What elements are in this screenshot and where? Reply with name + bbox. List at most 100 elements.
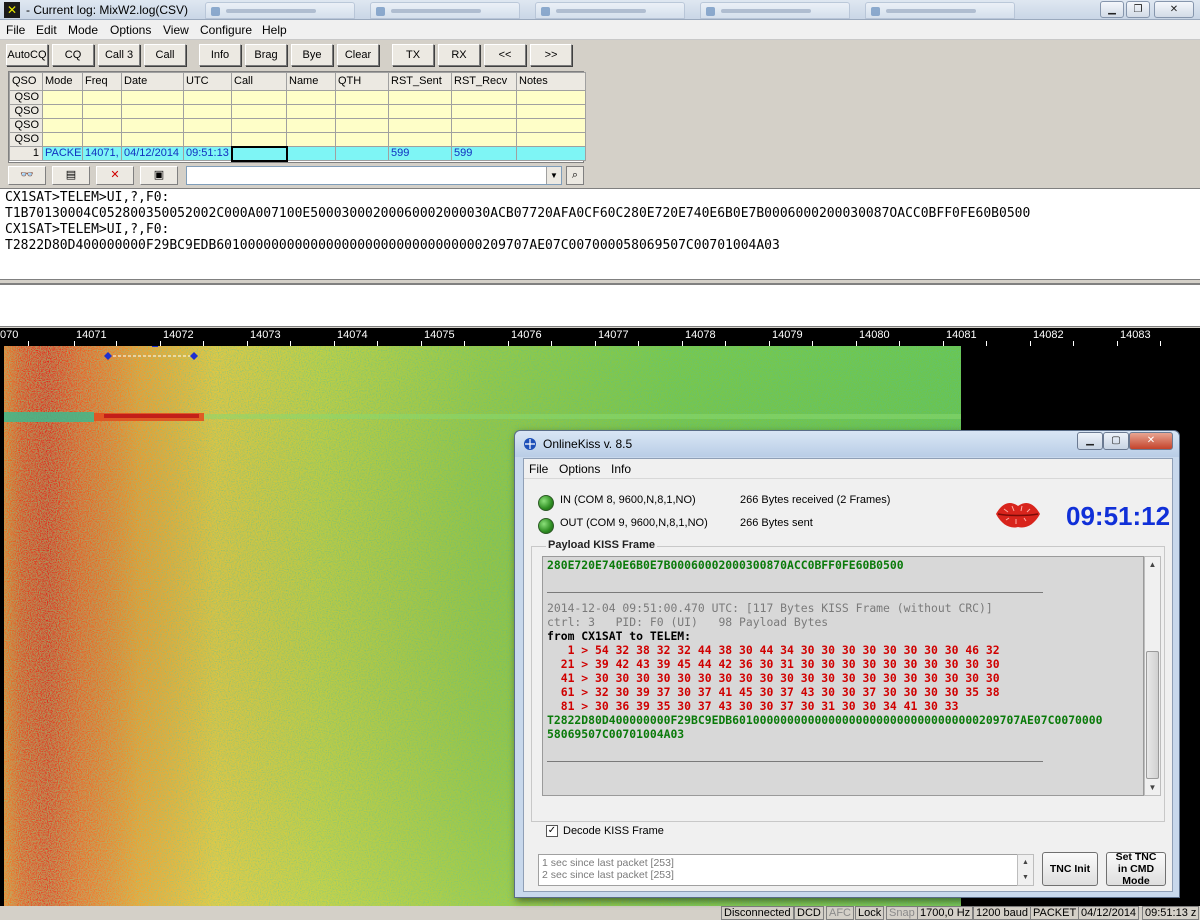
- chevron-down-icon[interactable]: ▼: [546, 167, 561, 184]
- decode-kiss-checkbox[interactable]: ✓: [546, 825, 558, 837]
- menu-info[interactable]: Info: [611, 462, 631, 476]
- col-header-rst-recv[interactable]: RST_Recv: [451, 72, 517, 91]
- cq-button[interactable]: CQ: [52, 44, 94, 66]
- brag-button[interactable]: Brag: [245, 44, 287, 66]
- dcd-indicator[interactable]: DCD: [794, 906, 824, 920]
- prev-macros-button[interactable]: <<: [484, 44, 526, 66]
- col-header-name[interactable]: Name: [286, 72, 336, 91]
- receive-text-window[interactable]: CX1SAT>TELEM>UI,?,F0: T1B70130004C0528003…: [0, 188, 1200, 280]
- freq-label: 14080: [859, 329, 890, 341]
- delete-icon[interactable]: ✕: [96, 166, 134, 185]
- next-macros-button[interactable]: >>: [530, 44, 572, 66]
- callsign-search-input[interactable]: [186, 166, 562, 185]
- close-button[interactable]: ✕: [1154, 1, 1194, 18]
- lock-indicator[interactable]: Lock: [855, 906, 885, 920]
- cell-notes[interactable]: [516, 146, 586, 161]
- audio-frequency[interactable]: 1700,0 Hz: [917, 906, 974, 920]
- menu-help[interactable]: Help: [262, 23, 287, 37]
- log-empty-row[interactable]: QSO: [9, 90, 586, 105]
- freq-label: 14073: [250, 329, 281, 341]
- tx-button[interactable]: TX: [392, 44, 434, 66]
- col-header-qth[interactable]: QTH: [335, 72, 389, 91]
- rx-button[interactable]: RX: [438, 44, 480, 66]
- menu-options[interactable]: Options: [559, 462, 600, 476]
- connection-status: Disconnected: [721, 906, 794, 920]
- row-label: QSO: [9, 132, 43, 147]
- status-log-scrollbar[interactable]: ▲ ▼: [1017, 854, 1034, 886]
- cell-utc[interactable]: 09:51:13: [183, 146, 232, 161]
- cell-name[interactable]: [286, 146, 336, 161]
- menu-configure[interactable]: Configure: [200, 23, 252, 37]
- payload-scrollbar[interactable]: ▲ ▼: [1144, 556, 1161, 796]
- date-display: 04/12/2014: [1078, 906, 1140, 920]
- tnc-cmd-mode-button[interactable]: Set TNC in CMD Mode: [1106, 851, 1166, 887]
- col-header-notes[interactable]: Notes: [516, 72, 586, 91]
- baud-rate[interactable]: 1200 baud: [973, 906, 1031, 920]
- col-header-mode[interactable]: Mode: [42, 72, 83, 91]
- log-empty-row[interactable]: QSO: [9, 132, 586, 147]
- call-button[interactable]: Call: [144, 44, 186, 66]
- info-button[interactable]: Info: [199, 44, 241, 66]
- autocq-button[interactable]: AutoCQ: [6, 44, 48, 66]
- window-title: - Current log: MixW2.log(CSV): [26, 3, 189, 17]
- freq-label: 14079: [772, 329, 803, 341]
- cell-freq[interactable]: 14071,: [82, 146, 122, 161]
- transmit-text-window[interactable]: [0, 283, 1200, 327]
- menu-options[interactable]: Options: [110, 23, 151, 37]
- scroll-thumb[interactable]: [1146, 651, 1159, 779]
- col-header-rst-sent[interactable]: RST_Sent: [388, 72, 452, 91]
- afc-indicator[interactable]: AFC: [826, 906, 854, 920]
- cell-rst-recv[interactable]: 599: [451, 146, 517, 161]
- cell-rst-sent[interactable]: 599: [388, 146, 452, 161]
- minimize-button[interactable]: ▁: [1100, 1, 1124, 18]
- col-header-call[interactable]: Call: [231, 72, 287, 91]
- menu-file[interactable]: File: [6, 23, 25, 37]
- status-bar: Disconnected DCD AFC Lock Snap 1700,0 Hz…: [0, 906, 1200, 920]
- out-port-status-led-icon: [538, 518, 554, 534]
- search-icon[interactable]: ⌕: [566, 166, 584, 185]
- log-view-icon[interactable]: ▤: [52, 166, 90, 185]
- cell-call[interactable]: [230, 145, 288, 162]
- macro-toolbar: AutoCQ CQ Call 3 Call Info Brag Bye Clea…: [0, 40, 600, 70]
- col-header-qso[interactable]: QSO: [9, 72, 43, 91]
- log-current-row[interactable]: 1 PACKE 14071, 04/12/2014 09:51:13 599 5…: [9, 145, 586, 162]
- snap-indicator[interactable]: Snap: [886, 906, 918, 920]
- hex-row: 1 > 54 32 38 32 32 44 38 30 44 34 30 30 …: [547, 643, 1000, 657]
- menu-file[interactable]: File: [529, 462, 548, 476]
- menu-view[interactable]: View: [163, 23, 189, 37]
- restore-button[interactable]: ❐: [1126, 1, 1150, 18]
- tnc-init-button[interactable]: TNC Init: [1042, 852, 1098, 886]
- background-taskbar-tab: [370, 2, 520, 19]
- scroll-up-icon[interactable]: ▲: [1145, 557, 1160, 572]
- col-header-utc[interactable]: UTC: [183, 72, 232, 91]
- menu-edit[interactable]: Edit: [36, 23, 57, 37]
- scroll-down-icon[interactable]: ▼: [1145, 780, 1160, 795]
- save-icon[interactable]: ▣: [140, 166, 178, 185]
- call3-button[interactable]: Call 3: [98, 44, 140, 66]
- onlinekiss-title-bar[interactable]: OnlineKiss v. 8.5 ▁ ▢ ✕: [515, 431, 1179, 457]
- onlinekiss-menu-bar: File Options Info: [524, 459, 1172, 479]
- menu-mode[interactable]: Mode: [68, 23, 98, 37]
- cell-date[interactable]: 04/12/2014: [121, 146, 184, 161]
- col-header-freq[interactable]: Freq: [82, 72, 122, 91]
- glasses-icon[interactable]: 👓: [8, 166, 46, 185]
- frame-separator: [547, 761, 1043, 762]
- minimize-button[interactable]: ▁: [1077, 432, 1103, 450]
- mode-indicator[interactable]: PACKET: [1030, 906, 1080, 920]
- log-empty-row[interactable]: QSO: [9, 118, 586, 133]
- frequency-scale[interactable]: 070 14071 14072 14073 14074 14075 14076 …: [0, 328, 1200, 346]
- cell-mode[interactable]: PACKE: [42, 146, 83, 161]
- maximize-button[interactable]: ▢: [1103, 432, 1129, 450]
- status-log-list[interactable]: 1 sec since last packet [253] 2 sec sinc…: [538, 854, 1034, 886]
- close-button[interactable]: ✕: [1129, 432, 1173, 450]
- log-empty-row[interactable]: QSO: [9, 104, 586, 119]
- bye-button[interactable]: Bye: [291, 44, 333, 66]
- col-header-date[interactable]: Date: [121, 72, 184, 91]
- onlinekiss-window[interactable]: OnlineKiss v. 8.5 ▁ ▢ ✕ File Options Inf…: [514, 430, 1180, 898]
- cell-qth[interactable]: [335, 146, 389, 161]
- background-taskbar-tab: [205, 2, 355, 19]
- log-table: QSO Mode Freq Date UTC Call Name QTH RST…: [9, 72, 586, 162]
- title-bar[interactable]: ✕ - Current log: MixW2.log(CSV) ▁ ❐ ✕: [0, 0, 1200, 20]
- clear-button[interactable]: Clear: [337, 44, 379, 66]
- payload-text-area[interactable]: 280E720E740E6B0E7B00060002000300870ACC0B…: [542, 556, 1144, 796]
